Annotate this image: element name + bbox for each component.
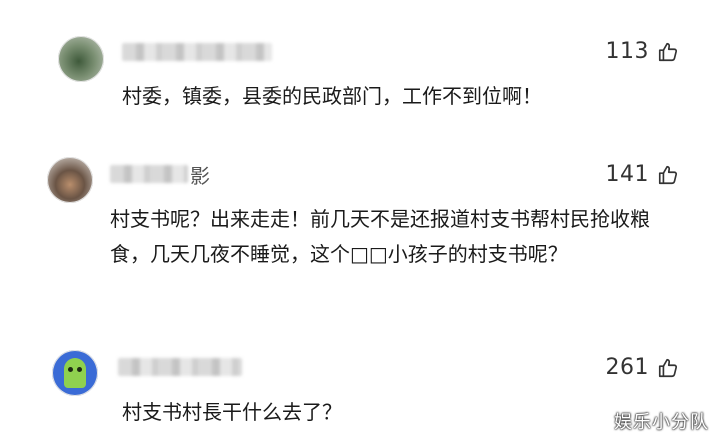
avatar[interactable] bbox=[58, 36, 104, 82]
comment-text: 村委，镇委，县委的民政部门，工作不到位啊！ bbox=[122, 84, 542, 108]
thumbs-up-icon[interactable] bbox=[657, 357, 679, 379]
watermark: 娱乐小分队 bbox=[614, 412, 709, 433]
thumbs-up-icon[interactable] bbox=[657, 164, 679, 186]
avatar[interactable] bbox=[47, 157, 93, 203]
like-count: 261 bbox=[605, 355, 649, 380]
avatar-character-icon bbox=[64, 358, 86, 388]
like-count: 141 bbox=[605, 162, 649, 187]
like-count: 113 bbox=[605, 39, 649, 64]
username[interactable] bbox=[122, 40, 274, 64]
username[interactable]: 影 bbox=[110, 162, 210, 188]
avatar[interactable] bbox=[52, 350, 98, 396]
username-tail: 影 bbox=[190, 163, 210, 188]
like-control[interactable]: 261 bbox=[606, 355, 680, 380]
blurred-username bbox=[118, 358, 242, 376]
like-control[interactable]: 141 bbox=[606, 162, 680, 187]
blurred-username bbox=[122, 43, 272, 61]
comment-text: 村支书呢？出来走走！前几天不是还报道村支书帮村民抢收粮食，几天几夜不睡觉，这个□… bbox=[110, 207, 650, 266]
thumbs-up-icon[interactable] bbox=[657, 41, 679, 63]
username[interactable] bbox=[118, 355, 244, 379]
comment-text: 村支书村長干什么去了？ bbox=[122, 400, 342, 424]
blurred-username bbox=[110, 165, 188, 183]
like-control[interactable]: 113 bbox=[606, 39, 680, 64]
